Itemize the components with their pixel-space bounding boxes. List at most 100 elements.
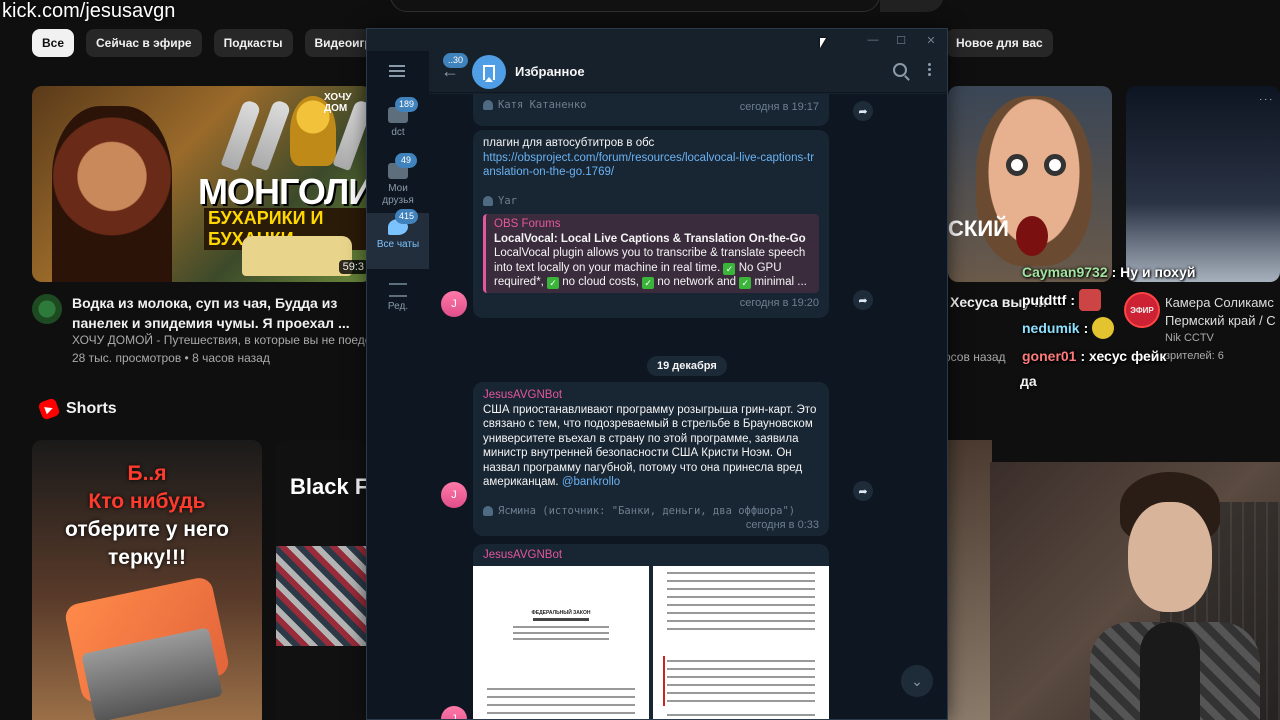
microphone [1140, 622, 1200, 720]
mouth-graphic [1016, 216, 1048, 256]
mouse-cursor-icon [820, 38, 826, 48]
date-separator: 19 декабря [647, 356, 727, 376]
sender-name[interactable]: JesusAVGNBot [473, 548, 829, 563]
message-link[interactable]: https://obsproject.com/forum/resources/l… [483, 151, 819, 180]
sender-avatar[interactable]: J [441, 706, 467, 719]
folder-edit[interactable]: Ред. [367, 277, 429, 333]
video-thumbnail[interactable]: СКИЙ [948, 86, 1112, 282]
folder-all-chats[interactable]: 415 Все чаты [367, 209, 429, 269]
telegram-window: — ☐ ✕ 189 dct 49 Мои друзья 415 Все чаты… [366, 28, 948, 720]
window-titlebar[interactable]: — ☐ ✕ [367, 29, 947, 51]
video-thumbnail[interactable]: . . . [1126, 86, 1280, 282]
preview-description: LocalVocal plugin allows you to transcri… [494, 246, 811, 290]
message-text: США приостанавливают программу розыгрыша… [483, 403, 817, 489]
streamer-webcam [990, 462, 1280, 720]
eye-graphic [1006, 154, 1028, 176]
text-line [667, 588, 815, 590]
folder-label: Все чаты [376, 239, 420, 250]
text-line [667, 684, 815, 686]
message-text: плагин для автосубтитров в обс [483, 137, 655, 149]
chat-username: nedumik [1022, 320, 1080, 336]
short-overlay-text: Б..я Кто нибудь отберите у него терку!!! [32, 460, 262, 572]
search-icon[interactable] [893, 63, 907, 77]
video-stats: осов назад [944, 350, 1006, 364]
messages-area[interactable]: Катя Катаненко сегодня в 19:17 ➦ плагин … [429, 94, 947, 719]
text-line [513, 626, 609, 628]
crowd-image [276, 546, 368, 646]
text-line [667, 596, 815, 598]
chip-live[interactable]: Сейчас в эфире [86, 29, 202, 57]
forward-icon[interactable]: ➦ [853, 290, 873, 310]
menu-icon[interactable] [389, 65, 405, 77]
video-duration: 59:3 [338, 260, 368, 274]
text-line [667, 668, 815, 670]
forward-icon[interactable]: ➦ [853, 101, 873, 121]
chat-username: putdttf [1022, 292, 1067, 308]
channel-avatar[interactable] [32, 294, 62, 324]
stream-chat-overlay: Cayman9732 : Ну и похуй putdttf : nedumi… [1022, 258, 1195, 370]
text-line [487, 688, 635, 690]
eye-graphic [1044, 154, 1066, 176]
chat-text: : хесус фейк [1080, 348, 1167, 364]
close-icon[interactable]: ✕ [923, 32, 939, 48]
person-icon [483, 505, 493, 516]
text-line [667, 620, 815, 622]
link-preview[interactable]: OBS Forums LocalVocal: Local Live Captio… [483, 214, 819, 293]
forward-icon[interactable]: ➦ [853, 481, 873, 501]
thumbnail-top-text: ХОЧУ ДОМ [324, 92, 352, 114]
text-line [667, 692, 815, 694]
document-page [653, 566, 829, 719]
sender-avatar[interactable]: J [441, 291, 467, 317]
forwarded-author: Ясмина (источник: "Банки, деньги, два оф… [498, 504, 796, 517]
message-bubble[interactable]: JesusAVGNBot США приостанавливают програ… [473, 382, 829, 536]
mention-link[interactable]: @bankrollo [562, 476, 620, 488]
message-bubble[interactable]: JesusAVGNBot ФЕДЕРАЛЬНЫЙ ЗАКОН [473, 544, 829, 719]
text-line [667, 660, 815, 662]
video-title[interactable]: Водка из молока, суп из чая, Будда из па… [72, 293, 362, 333]
text-line [487, 712, 635, 714]
short-thumbnail[interactable]: Black Fri [276, 440, 368, 720]
unread-badge: 49 [395, 153, 417, 168]
short-text-line: терку!!! [108, 546, 186, 569]
folders-sidebar: 189 dct 49 Мои друзья 415 Все чаты Ред. [367, 51, 429, 719]
stream-watermark: kick.com/jesusavgn [2, 0, 176, 22]
scroll-down-button[interactable]: ⌄ [901, 665, 933, 697]
streamer-head [1128, 502, 1212, 612]
background-thumbnail [946, 440, 992, 720]
chip-new-for-you[interactable]: Новое для вас [946, 29, 1053, 57]
text-line [667, 628, 815, 630]
chat-message: nedumik : [1022, 314, 1195, 342]
text-line [667, 604, 815, 606]
chip-all[interactable]: Все [32, 29, 75, 57]
sender-name[interactable]: JesusAVGNBot [483, 388, 819, 403]
forwarded-author: Yar [498, 194, 517, 207]
message-time: сегодня в 19:20 [739, 296, 819, 309]
chat-title[interactable]: Избранное [515, 64, 585, 79]
chat-username: Cayman9732 [1022, 264, 1108, 280]
chip-podcasts[interactable]: Подкасты [213, 29, 293, 57]
saved-messages-avatar[interactable] [472, 55, 506, 89]
folder-dct[interactable]: 189 dct [367, 97, 429, 157]
youtube-search-box[interactable] [390, 0, 880, 12]
chat-message: goner01 : хесус фейк [1022, 342, 1195, 370]
minimize-icon[interactable]: — [865, 32, 881, 48]
sender-avatar[interactable]: J [441, 482, 467, 508]
channel-name[interactable]: ХОЧУ ДОМОЙ - Путешествия, в которые вы н… [72, 333, 383, 347]
message-bubble[interactable]: плагин для автосубтитров в обс https://o… [473, 130, 829, 318]
preview-site-name: OBS Forums [494, 218, 561, 230]
highlight-mark [663, 656, 665, 706]
shorts-icon: ▶ [37, 397, 61, 421]
thumbnail-text: СКИЙ [948, 216, 1009, 241]
unread-badge: 189 [395, 97, 419, 112]
video-thumbnail[interactable]: ХОЧУ ДОМ МОНГОЛИЯ БУХАРИКИ И БУХАНКИ 59:… [32, 86, 372, 282]
timestamp-overlay: . . . [1259, 92, 1272, 102]
more-options-icon[interactable] [928, 63, 931, 66]
text-line [667, 572, 815, 574]
message-time: сегодня в 0:33 [745, 519, 819, 531]
document-photo[interactable]: ФЕДЕРАЛЬНЫЙ ЗАКОН [473, 566, 829, 719]
short-thumbnail[interactable]: Б..я Кто нибудь отберите у него терку!!! [32, 440, 262, 720]
folder-friends[interactable]: 49 Мои друзья [367, 153, 429, 213]
message-bubble[interactable]: Катя Катаненко сегодня в 19:17 [473, 94, 829, 126]
maximize-icon[interactable]: ☐ [893, 32, 909, 48]
document-page: ФЕДЕРАЛЬНЫЙ ЗАКОН [473, 566, 649, 719]
